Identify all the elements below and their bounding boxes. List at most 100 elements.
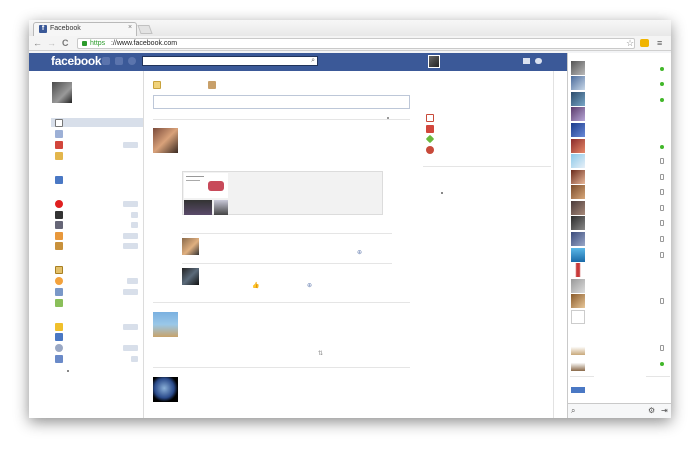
- interest-count-badge-3: [123, 345, 138, 351]
- address-bar[interactable]: https ://www.facebook.com: [77, 38, 635, 49]
- chat-contact-avatar[interactable]: [571, 263, 585, 277]
- chat-contact-avatar[interactable]: [571, 92, 585, 106]
- shared-photo-thumbnail: [214, 200, 228, 215]
- new-tab-button[interactable]: [137, 25, 153, 34]
- app-icon-4[interactable]: [55, 299, 63, 307]
- mobile-status-icon: [660, 220, 664, 226]
- group-count-badge-4: [123, 233, 138, 239]
- back-icon[interactable]: ←: [33, 38, 42, 48]
- chat-contact-avatar[interactable]: [571, 357, 585, 371]
- tab-title: Facebook: [50, 25, 81, 32]
- tab-facebook[interactable]: f Facebook ×: [33, 22, 137, 36]
- chat-contact-avatar[interactable]: [571, 341, 585, 355]
- chat-contact-avatar[interactable]: [571, 387, 585, 393]
- online-status-dot: [660, 362, 664, 366]
- pages-feed-icon[interactable]: [55, 176, 63, 184]
- birthday-icon[interactable]: [426, 114, 434, 122]
- header-avatar[interactable]: [428, 55, 440, 68]
- app-icon-3[interactable]: [55, 288, 63, 296]
- ticker-dot[interactable]: [441, 192, 443, 194]
- chat-settings-gear-icon[interactable]: ⚙: [648, 406, 655, 415]
- chat-contact-avatar[interactable]: [571, 185, 585, 199]
- group-count-badge-1: [123, 201, 138, 207]
- chat-contact-avatar[interactable]: [571, 170, 585, 184]
- chat-search-bar[interactable]: ⌕ ⚙ ⇥: [568, 403, 671, 418]
- add-photo-icon[interactable]: [208, 81, 216, 89]
- messages-nav-icon[interactable]: [55, 130, 63, 138]
- suggestion-icon[interactable]: [425, 134, 435, 144]
- bookmark-star-icon[interactable]: ☆: [626, 38, 634, 48]
- page-suggestion-icon[interactable]: [426, 146, 434, 154]
- events-icon[interactable]: [55, 141, 63, 149]
- browser-toolbar: ← → C https ://www.facebook.com ☆ ≡: [29, 36, 671, 51]
- browser-window: f Facebook × ← → C https ://www.facebook…: [29, 20, 671, 418]
- chat-contact-avatar[interactable]: [571, 76, 585, 90]
- chrome-menu-icon[interactable]: ≡: [657, 38, 662, 48]
- messages-icon[interactable]: [115, 57, 123, 65]
- group-icon-2[interactable]: [55, 211, 63, 219]
- search-input[interactable]: ⌕: [142, 56, 318, 66]
- comment-avatar[interactable]: [182, 238, 199, 255]
- news-feed: ⊕ 👍 ⊕ ⇅: [143, 71, 423, 418]
- chat-popout-icon[interactable]: ⇥: [661, 406, 668, 415]
- tab-close-icon[interactable]: ×: [128, 24, 132, 31]
- search-icon[interactable]: ⌕: [311, 57, 315, 65]
- facebook-logo[interactable]: facebook: [51, 54, 102, 68]
- group-icon-1[interactable]: [55, 200, 63, 208]
- settings-gear-icon[interactable]: [535, 58, 542, 64]
- chat-contact-avatar[interactable]: [571, 310, 585, 324]
- privacy-shortcuts-icon[interactable]: [523, 58, 530, 64]
- chat-contact-avatar[interactable]: [571, 123, 585, 137]
- group-icon-4[interactable]: [55, 232, 63, 240]
- status-update-icon[interactable]: [153, 81, 161, 89]
- story-author-avatar[interactable]: [153, 312, 178, 337]
- reload-icon[interactable]: C: [62, 38, 69, 48]
- url-host: ://www.facebook.com: [111, 40, 178, 47]
- chat-contact-avatar[interactable]: [571, 201, 585, 215]
- interest-icon-3[interactable]: [55, 344, 63, 352]
- forward-icon[interactable]: →: [47, 38, 56, 48]
- chat-contact-avatar[interactable]: [571, 216, 585, 230]
- chat-contact-avatar[interactable]: [571, 61, 585, 75]
- interest-icon-1[interactable]: [55, 323, 63, 331]
- comment-avatar[interactable]: [182, 268, 199, 285]
- chat-contact-avatar[interactable]: [571, 279, 585, 293]
- more-dot[interactable]: [67, 370, 69, 372]
- profile-picture[interactable]: [52, 82, 72, 103]
- app-icon-1[interactable]: [55, 266, 63, 274]
- saved-icon[interactable]: [55, 152, 63, 160]
- app-count-badge-3: [123, 289, 138, 295]
- chat-sidebar: ⌕ ⚙ ⇥: [567, 53, 671, 418]
- chat-search-icon[interactable]: ⌕: [571, 406, 575, 416]
- interest-icon-2[interactable]: [55, 333, 63, 341]
- chat-contact-avatar[interactable]: [571, 232, 585, 246]
- chat-contact-avatar[interactable]: [571, 139, 585, 153]
- shared-link-card[interactable]: [182, 171, 383, 215]
- page-scrollbar[interactable]: [553, 71, 567, 418]
- story-author-avatar[interactable]: [153, 377, 178, 402]
- comment-options-icon[interactable]: ⊕: [357, 249, 362, 256]
- chat-contact-avatar[interactable]: [571, 294, 585, 308]
- divider: [153, 119, 410, 120]
- chat-contact-avatar[interactable]: [571, 154, 585, 168]
- group-icon-5[interactable]: [55, 242, 63, 250]
- app-icon-2[interactable]: [55, 277, 63, 285]
- comment-options-icon[interactable]: ⊕: [307, 282, 312, 289]
- notifications-icon[interactable]: [128, 57, 136, 65]
- story-action-icon[interactable]: ⇅: [318, 350, 323, 357]
- story-author-avatar[interactable]: [153, 128, 178, 153]
- sidebar-item-news-feed[interactable]: [51, 118, 143, 127]
- divider: [182, 233, 392, 234]
- status-composer-input[interactable]: [153, 95, 410, 109]
- extension-icon[interactable]: [640, 39, 649, 47]
- comment-like-icon[interactable]: 👍: [252, 282, 259, 289]
- group-icon-3[interactable]: [55, 221, 63, 229]
- chat-contact-avatar[interactable]: [571, 248, 585, 262]
- mobile-status-icon: [660, 189, 664, 195]
- mobile-status-icon: [660, 252, 664, 258]
- chat-contact-avatar[interactable]: [571, 107, 585, 121]
- interest-icon-4[interactable]: [55, 355, 63, 363]
- friend-requests-icon[interactable]: [102, 57, 110, 65]
- events-reminder-icon[interactable]: [426, 125, 434, 133]
- story-options-dot[interactable]: [387, 117, 389, 119]
